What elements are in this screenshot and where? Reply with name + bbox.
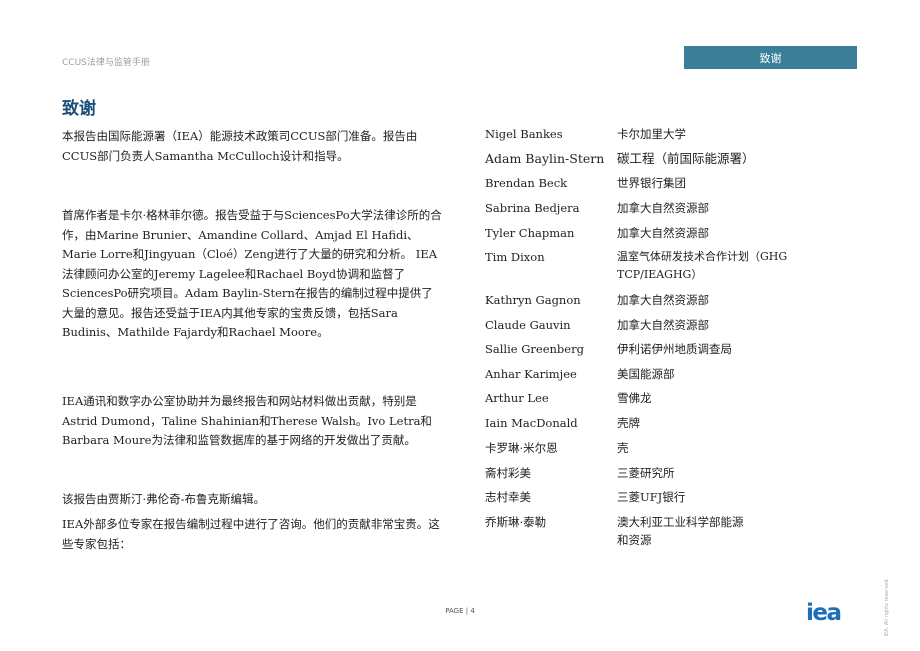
contributor-org: 加拿大自然资源部: [617, 318, 709, 332]
contributor-row: Arthur Lee 雪佛龙: [485, 389, 870, 414]
contributor-row: Sallie Greenberg 伊利诺伊州地质调查局: [485, 340, 870, 365]
contributor-org: 壳: [617, 441, 629, 455]
authors-paragraph: 首席作者是卡尔·格林菲尔德。报告受益于与SciencesPo大学法律诊所的合作，…: [62, 208, 442, 339]
contributor-name: Anhar Karimjee: [485, 367, 577, 381]
contributor-org: 温室气体研发技术合作计划（GHG TCP/IEAGHG）: [617, 250, 788, 281]
contributor-org: 三菱UFJ银行: [617, 490, 686, 504]
contributor-name: Iain MacDonald: [485, 416, 578, 430]
contributor-row: Kathryn Gagnon 加拿大自然资源部: [485, 291, 870, 316]
page-number: PAGE | 4: [445, 607, 475, 615]
contributor-org: 三菱研究所: [617, 466, 675, 480]
contributor-row: Iain MacDonald 壳牌: [485, 414, 870, 439]
contributor-name: 志村幸美: [485, 490, 531, 504]
contributor-name: 斋村彩美: [485, 466, 531, 480]
contributor-name: Brendan Beck: [485, 176, 568, 190]
contributor-name: Tim Dixon: [485, 250, 545, 264]
communications-paragraph: IEA通讯和数字办公室协助并为最终报告和网站材料做出贡献，特别是Astrid D…: [62, 394, 432, 447]
contributor-name: Nigel Bankes: [485, 127, 563, 141]
contributor-org: 碳工程（前国际能源署）: [617, 151, 755, 166]
contributor-name: 卡罗琳·米尔恩: [485, 441, 558, 455]
contributor-name: 乔斯琳·泰勒: [485, 515, 547, 529]
contributor-name: Kathryn Gagnon: [485, 293, 581, 307]
contributor-row: Adam Baylin-Stern 碳工程（前国际能源署）: [485, 150, 870, 174]
external-experts-paragraph: IEA外部多位专家在报告编制过程中进行了咨询。他们的贡献非常宝贵。这些专家包括：: [62, 517, 440, 551]
section-tab: 致谢: [684, 46, 857, 69]
contributor-org: 美国能源部: [617, 367, 675, 381]
iea-logo-text: iea: [806, 601, 841, 623]
contributor-row: Brendan Beck 世界银行集团: [485, 174, 870, 199]
contributor-row: 乔斯琳·泰勒 澳大利亚工业科学部能源和资源: [485, 513, 870, 551]
contributor-row: Claude Gauvin 加拿大自然资源部: [485, 316, 870, 340]
page-title: 致谢: [62, 99, 96, 119]
editor-paragraph: 该报告由贾斯汀·弗伦奇-布鲁克斯编辑。: [62, 492, 266, 506]
contributor-row: Nigel Bankes 卡尔加里大学: [485, 125, 870, 150]
contributor-name: Sallie Greenberg: [485, 342, 584, 356]
contributor-row: Tim Dixon 温室气体研发技术合作计划（GHG TCP/IEAGHG）: [485, 248, 870, 291]
contributor-name: Claude Gauvin: [485, 318, 571, 332]
contributor-org: 加拿大自然资源部: [617, 293, 709, 307]
running-title: CCUS法律与监管手册: [62, 58, 150, 68]
contributor-row: 斋村彩美 三菱研究所: [485, 464, 870, 488]
contributor-org: 雪佛龙: [617, 391, 652, 405]
contributor-name: Tyler Chapman: [485, 226, 575, 240]
contributor-org: 加拿大自然资源部: [617, 226, 709, 240]
contributor-org: 澳大利亚工业科学部能源和资源: [617, 515, 744, 547]
contributor-org: 伊利诺伊州地质调查局: [617, 342, 732, 356]
iea-logo: iea: [806, 601, 842, 623]
contributor-name: Arthur Lee: [485, 391, 549, 405]
contributor-org: 卡尔加里大学: [617, 127, 686, 141]
copyright-notice: IEA. All rights reserved.: [884, 578, 890, 637]
contributor-org: 壳牌: [617, 416, 640, 430]
contributor-org: 加拿大自然资源部: [617, 201, 709, 215]
contributor-row: 卡罗琳·米尔恩 壳: [485, 439, 870, 464]
contributors-table: Nigel Bankes 卡尔加里大学 Adam Baylin-Stern 碳工…: [485, 125, 870, 551]
contributor-row: Tyler Chapman 加拿大自然资源部: [485, 224, 870, 248]
contributor-row: 志村幸美 三菱UFJ银行: [485, 488, 870, 513]
contributor-row: Anhar Karimjee 美国能源部: [485, 365, 870, 389]
contributor-row: Sabrina Bedjera 加拿大自然资源部: [485, 199, 870, 224]
contributor-name: Adam Baylin-Stern: [485, 151, 605, 166]
intro-paragraph: 本报告由国际能源署（IEA）能源技术政策司CCUS部门准备。报告由CCUS部门负…: [62, 129, 418, 163]
contributor-name: Sabrina Bedjera: [485, 201, 580, 215]
contributor-org: 世界银行集团: [617, 176, 686, 190]
